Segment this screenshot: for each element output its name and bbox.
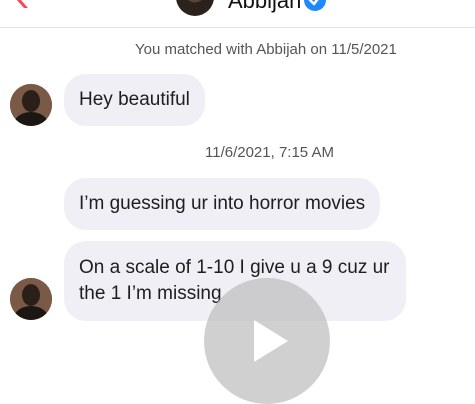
avatar[interactable] — [10, 278, 52, 320]
contact-name[interactable]: Abbijah — [228, 0, 301, 14]
message-text: I’m guessing ur into horror movies — [79, 193, 366, 214]
header-avatar[interactable] — [176, 0, 214, 16]
chevron-left-icon[interactable] — [10, 0, 32, 10]
play-icon — [254, 320, 288, 362]
message-text: Hey beautiful — [79, 89, 190, 110]
verified-badge-icon — [303, 0, 327, 12]
avatar[interactable] — [10, 84, 52, 126]
message-bubble[interactable]: Hey beautiful — [64, 74, 205, 126]
chat-header: Abbijah — [0, 0, 475, 28]
message-bubble[interactable]: I’m guessing ur into horror movies — [64, 178, 381, 230]
message-timestamp: 11/6/2021, 7:15 AM — [205, 144, 334, 161]
play-button[interactable] — [204, 278, 330, 404]
match-notice: You matched with Abbijah on 11/5/2021 — [135, 41, 397, 58]
